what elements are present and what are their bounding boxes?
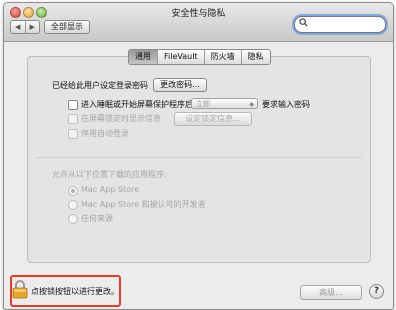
tab-privacy[interactable]: 隐私 (240, 50, 270, 64)
require-password-label: 进入睡眠或开始屏幕保护程序后 (81, 100, 193, 109)
back-forward-control: ◀ ▶ (10, 20, 40, 34)
tab-firewall[interactable]: 防火墙 (203, 50, 241, 64)
radio-identified-developers-label: Mac App Store 和被认可的开发者 (81, 200, 206, 209)
radio-mac-app-store[interactable] (68, 186, 78, 196)
show-all-button[interactable]: 全部显示 (44, 20, 90, 34)
tab-filevault[interactable]: FileVault (157, 50, 204, 64)
radio-mac-app-store-label: Mac App Store (81, 185, 140, 194)
password-set-text: 已经给此用户设定登录密码 (52, 81, 148, 90)
general-panel: 已经给此用户设定登录密码 更改密码... 进入睡眠或开始屏幕保护程序后 立即 ◆… (27, 56, 371, 263)
disable-auto-login-checkbox[interactable] (68, 129, 78, 139)
search-icon (299, 18, 308, 30)
help-button[interactable]: ? (369, 284, 384, 299)
padlock-icon[interactable] (12, 279, 28, 299)
require-password-checkbox[interactable] (68, 100, 78, 110)
chevron-updown-icon: ◆ (249, 101, 254, 108)
show-message-label: 在屏幕锁定时显示信息 (81, 114, 161, 123)
require-password-delay-value: 立即 (196, 100, 210, 108)
radio-identified-developers[interactable] (68, 200, 78, 210)
disable-auto-login-label: 停用自动登录 (81, 129, 129, 138)
require-password-suffix: 要求输入密码 (262, 100, 310, 109)
search-field[interactable] (294, 16, 386, 33)
back-arrow-icon[interactable]: ◀ (11, 21, 26, 33)
lock-instruction-text: 点按锁按钮以进行更改。 (31, 287, 119, 296)
require-password-delay-select[interactable]: 立即 ◆ (191, 98, 258, 109)
preferences-window: 安全性与隐私 ◀ ▶ 全部显示 已经给此用户设定登录密码 更改密码... 进入睡… (3, 2, 394, 310)
title-bar: 安全性与隐私 ◀ ▶ 全部显示 (4, 3, 393, 42)
tab-general[interactable]: 通用 (129, 50, 157, 64)
tab-bar: 通用 FileVault 防火墙 隐私 (128, 49, 271, 65)
show-message-checkbox[interactable] (68, 114, 78, 124)
forward-arrow-icon[interactable]: ▶ (26, 21, 40, 33)
download-section-title: 允许从以下位置下载的应用程序: (52, 170, 167, 179)
section-divider (36, 157, 362, 158)
radio-anywhere-label: 任何来源 (81, 214, 113, 223)
radio-anywhere[interactable] (68, 214, 78, 224)
set-lock-message-button[interactable]: 设定锁定信息... (174, 112, 252, 126)
change-password-button[interactable]: 更改密码... (153, 78, 207, 92)
advanced-button[interactable]: 高级... (300, 285, 362, 300)
